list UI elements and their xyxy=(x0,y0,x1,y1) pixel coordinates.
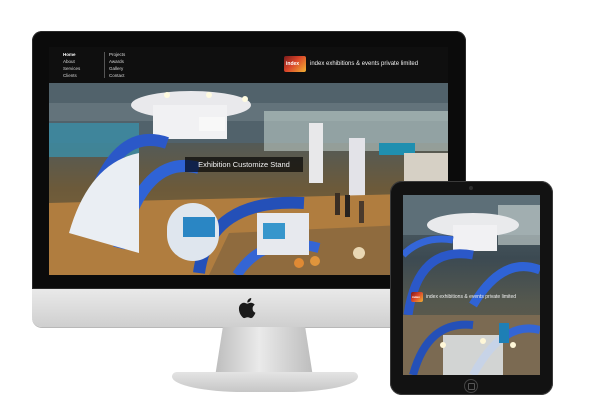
nav-about-link[interactable]: About xyxy=(63,59,80,65)
imac-screen: Home About Services Clients Projects Awa… xyxy=(49,47,448,275)
nav-projects-link[interactable]: Projects xyxy=(109,52,125,58)
nav-services-link[interactable]: Services xyxy=(63,66,80,72)
camera-icon xyxy=(469,186,473,190)
brand-logo-mark: index xyxy=(286,61,300,67)
home-button-icon[interactable] xyxy=(464,379,478,393)
ipad-screen: index index exhibitions & events private… xyxy=(403,195,540,375)
brand-name: index exhibitions & events private limit… xyxy=(310,61,419,67)
nav-awards-link[interactable]: Awards xyxy=(109,59,125,65)
site-header: Home About Services Clients Projects Awa… xyxy=(49,47,448,83)
hero-caption: Exhibition Customize Stand xyxy=(185,157,303,172)
brand[interactable]: index index exhibitions & events private… xyxy=(284,56,418,72)
nav-column-primary: Home About Services Clients xyxy=(63,52,80,79)
nav-clients-link[interactable]: Clients xyxy=(63,73,80,79)
nav-home-link[interactable]: Home xyxy=(63,52,80,58)
nav-contact-link[interactable]: Contact xyxy=(109,73,125,79)
ipad-brand[interactable]: index index exhibitions & events private… xyxy=(411,292,516,302)
imac-stand-neck xyxy=(215,327,313,377)
ipad-brand-name: index exhibitions & events private limit… xyxy=(426,294,517,300)
ipad-brand-logo: index xyxy=(411,292,423,302)
ipad-brand-logo-mark: index xyxy=(412,295,420,299)
nav-gallery-link[interactable]: Gallery xyxy=(109,66,125,72)
ipad-stand-photo xyxy=(403,195,540,375)
brand-logo: index xyxy=(284,56,306,72)
nav-column-secondary: Projects Awards Gallery Contact xyxy=(104,52,125,78)
imac-stand-base xyxy=(172,372,358,392)
hero-image: Exhibition Customize Stand xyxy=(49,83,448,275)
ipad-device: index index exhibitions & events private… xyxy=(390,181,553,395)
exhibition-stand-photo xyxy=(49,83,448,275)
apple-logo-icon xyxy=(238,298,256,319)
